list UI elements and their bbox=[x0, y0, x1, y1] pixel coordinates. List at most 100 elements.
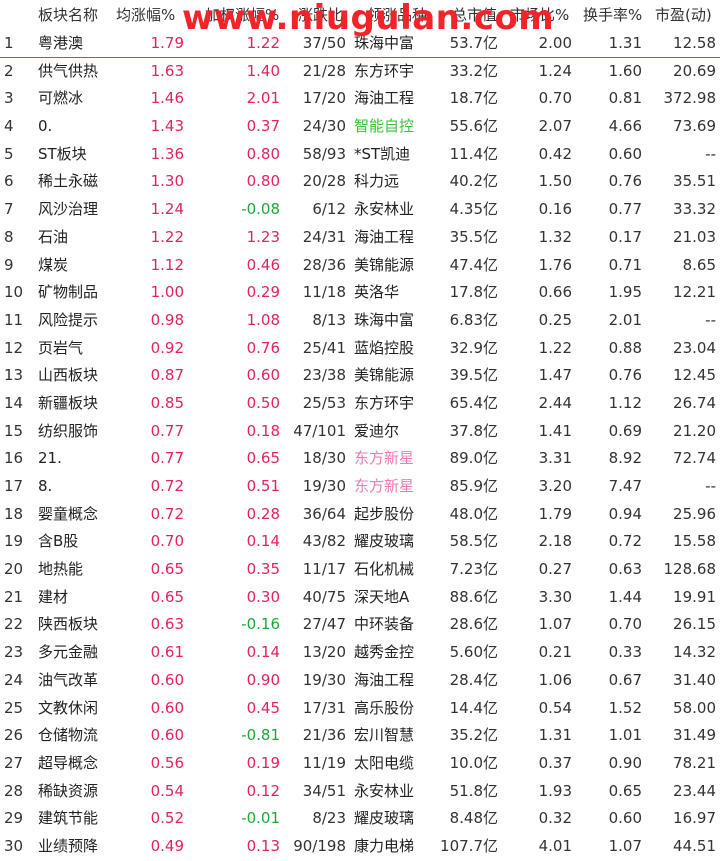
table-row[interactable]: 8 石油 1.22 1.23 24/31 海油工程 35.5亿 1.32 0.17 21.03 bbox=[0, 224, 720, 252]
weighted-change: 0.35 bbox=[246, 560, 280, 579]
turnover: 1.52 bbox=[608, 698, 642, 717]
table-row[interactable]: 21 建材 0.65 0.30 40/75 深天地A 88.6亿 3.30 1.44 19.91 bbox=[0, 584, 720, 612]
up-percent: 1.93 bbox=[538, 781, 572, 800]
table-row[interactable]: 23 多元金融 0.61 0.14 13/20 越秀金控 5.60亿 0.21 0.33 14.3… bbox=[0, 639, 720, 667]
table-row[interactable]: 10 矿物制品 1.00 0.29 11/18 英洛华 17.8亿 0.66 1.95 12.21 bbox=[0, 279, 720, 307]
table-row[interactable]: 3 可燃冰 1.46 2.01 17/20 海油工程 18.7亿 0.70 0.81 372.98 bbox=[0, 85, 720, 113]
sector-name: 业绩预降 bbox=[38, 836, 99, 855]
turnover: 7.47 bbox=[608, 477, 642, 495]
row-index: 12 bbox=[4, 338, 24, 357]
market-cap: 107.7亿 bbox=[440, 836, 498, 855]
avg-change: 0.52 bbox=[150, 809, 184, 828]
pe-ratio: 15.58 bbox=[673, 532, 716, 551]
turnover: 2.01 bbox=[608, 310, 642, 329]
table-row[interactable]: 27 超导概念 0.56 0.19 11/19 太阳电缆 10.0亿 0.37 0.90 78.2… bbox=[0, 750, 720, 778]
market-cap: 28.6亿 bbox=[449, 615, 498, 634]
table-row[interactable]: 1 粤港澳 1.79 1.22 37/50 珠海中富 53.7亿 2.00 1.31 12.58 bbox=[0, 30, 720, 58]
weighted-change: 1.08 bbox=[246, 310, 280, 329]
avg-change: 1.00 bbox=[150, 283, 184, 302]
weighted-change: -0.81 bbox=[241, 726, 280, 745]
row-index: 29 bbox=[4, 809, 24, 828]
table-row[interactable]: 14 新疆板块 0.85 0.50 25/53 东方环宇 65.4亿 2.44 1.12 26.7… bbox=[0, 390, 720, 418]
up-ratio: 24/31 bbox=[302, 227, 346, 246]
table-row[interactable]: 7 风沙治理 1.24 -0.08 6/12 永安林业 4.35亿 0.16 0.77 33.32 bbox=[0, 196, 720, 224]
sector-name: 供气供热 bbox=[38, 61, 99, 80]
up-percent: 0.32 bbox=[538, 809, 572, 828]
pe-ratio: 16.97 bbox=[673, 809, 716, 828]
pe-ratio: 12.45 bbox=[673, 366, 716, 385]
avg-change: 0.77 bbox=[150, 421, 184, 440]
table-row[interactable]: 24 油气改革 0.60 0.90 19/30 海油工程 28.4亿 1.06 0.67 31.4… bbox=[0, 667, 720, 695]
up-percent: 1.79 bbox=[538, 504, 572, 523]
turnover: 0.63 bbox=[608, 560, 642, 579]
column-header-leader[interactable]: 领涨品种 bbox=[367, 0, 457, 30]
sector-name: 多元金融 bbox=[38, 643, 99, 662]
weighted-change: 0.29 bbox=[246, 283, 280, 302]
pe-ratio: 26.15 bbox=[673, 615, 716, 634]
table-row[interactable]: 22 陕西板块 0.63 -0.16 27/47 中环装备 28.6亿 1.07 0.70 26.… bbox=[0, 611, 720, 639]
table-row[interactable]: 26 仓储物流 0.60 -0.81 21/36 宏川智慧 35.2亿 1.31 1.01 31.… bbox=[0, 722, 720, 750]
turnover: 0.65 bbox=[608, 781, 642, 800]
table-row[interactable]: 18 婴童概念 0.72 0.28 36/64 起步股份 48.0亿 1.79 0.94 25.9… bbox=[0, 501, 720, 529]
weighted-change: 0.13 bbox=[246, 836, 280, 855]
up-percent: 1.76 bbox=[538, 255, 572, 274]
table-row[interactable]: 12 页岩气 0.92 0.76 25/41 蓝焰控股 32.9亿 1.22 0.88 23.04 bbox=[0, 335, 720, 363]
pe-ratio: 20.69 bbox=[673, 61, 716, 80]
table-row[interactable]: 6 稀土永磁 1.30 0.80 20/28 科力远 40.2亿 1.50 0.76 35.51 bbox=[0, 168, 720, 196]
column-header-pe[interactable]: 市盈(动) bbox=[655, 0, 720, 30]
row-index: 26 bbox=[4, 726, 24, 745]
sector-name: 风险提示 bbox=[38, 310, 99, 329]
weighted-change: 1.40 bbox=[246, 61, 280, 80]
row-index: 11 bbox=[4, 310, 24, 329]
sector-name: 陕西板块 bbox=[38, 615, 99, 634]
weighted-change: 0.80 bbox=[246, 144, 280, 163]
sector-name: 新疆板块 bbox=[38, 393, 99, 412]
table-row[interactable]: 25 文教休闲 0.60 0.45 17/31 高乐股份 14.4亿 0.54 1.52 58.0… bbox=[0, 695, 720, 723]
turnover: 0.17 bbox=[608, 227, 642, 246]
column-header-weighted-change[interactable]: 加权涨幅% bbox=[205, 0, 295, 30]
weighted-change: 0.90 bbox=[246, 670, 280, 689]
table-row[interactable]: 5 ST板块 1.36 0.80 58/93 *ST凯迪 11.4亿 0.42 0.60 -- bbox=[0, 141, 720, 169]
turnover: 0.60 bbox=[608, 809, 642, 828]
avg-change: 1.12 bbox=[150, 255, 184, 274]
up-ratio: 24/30 bbox=[302, 117, 346, 136]
market-cap: 5.60亿 bbox=[449, 643, 498, 662]
up-percent: 1.50 bbox=[538, 172, 572, 191]
table-row[interactable]: 30 业绩预降 0.49 0.13 90/198 康力电梯 107.7亿 4.01 1.07 44… bbox=[0, 833, 720, 861]
column-header-up-ratio[interactable]: 涨跌比 bbox=[298, 0, 358, 30]
table-row[interactable]: 2 供气供热 1.63 1.40 21/28 东方环宇 33.2亿 1.24 1.60 20.69 bbox=[0, 58, 720, 86]
sector-name: 含B股 bbox=[38, 532, 79, 551]
pe-ratio: 372.98 bbox=[663, 89, 717, 108]
column-header-up-percent[interactable]: 市场比% bbox=[510, 0, 576, 30]
avg-change: 0.65 bbox=[150, 560, 184, 579]
up-ratio: 20/28 bbox=[302, 172, 346, 191]
up-ratio: 17/20 bbox=[302, 89, 346, 108]
table-row[interactable]: 17 8. 0.72 0.51 19/30 东方新星 85.9亿 3.20 7.47 -- bbox=[0, 473, 720, 501]
row-index: 20 bbox=[4, 560, 24, 579]
turnover: 0.60 bbox=[608, 144, 642, 163]
table-row[interactable]: 19 含B股 0.70 0.14 43/82 耀皮玻璃 58.5亿 2.18 0.72 15.58 bbox=[0, 528, 720, 556]
table-row[interactable]: 29 建筑节能 0.52 -0.01 8/23 耀皮玻璃 8.48亿 0.32 0.60 16.9… bbox=[0, 805, 720, 833]
table-row[interactable]: 13 山西板块 0.87 0.60 23/38 美锦能源 39.5亿 1.47 0.76 12.4… bbox=[0, 362, 720, 390]
column-header-avg-change[interactable]: 均涨幅% bbox=[116, 0, 188, 30]
table-row[interactable]: 20 地热能 0.65 0.35 11/17 石化机械 7.23亿 0.27 0.63 128.6… bbox=[0, 556, 720, 584]
table-row[interactable]: 16 21. 0.77 0.65 18/30 东方新星 89.0亿 3.31 8.92 72.74 bbox=[0, 445, 720, 473]
column-header-name[interactable]: 板块名称 bbox=[38, 0, 118, 30]
table-row[interactable]: 15 纺织服饰 0.77 0.18 47/101 爱迪尔 37.8亿 1.41 0.69 21.2… bbox=[0, 418, 720, 446]
table-row[interactable]: 11 风险提示 0.98 1.08 8/13 珠海中富 6.83亿 0.25 2.01 -- bbox=[0, 307, 720, 335]
pe-ratio: 35.51 bbox=[673, 172, 716, 191]
market-cap: 14.4亿 bbox=[449, 698, 498, 717]
table-row[interactable]: 9 煤炭 1.12 0.46 28/36 美锦能源 47.4亿 1.76 0.71 8.65 bbox=[0, 252, 720, 280]
avg-change: 0.60 bbox=[150, 726, 184, 745]
column-header-market-cap[interactable]: 总市值 bbox=[452, 0, 512, 30]
market-cap: 48.0亿 bbox=[449, 504, 498, 523]
avg-change: 0.61 bbox=[150, 643, 184, 662]
avg-change: 0.54 bbox=[150, 781, 184, 800]
table-row[interactable]: 28 稀缺资源 0.54 0.12 34/51 永安林业 51.8亿 1.93 0.65 23.4… bbox=[0, 778, 720, 806]
table-row[interactable]: 4 0. 1.43 0.37 24/30 智能自控 55.6亿 2.07 4.66 73.69 bbox=[0, 113, 720, 141]
avg-change: 0.98 bbox=[150, 310, 184, 329]
up-ratio: 25/41 bbox=[302, 338, 346, 357]
up-ratio: 43/82 bbox=[302, 532, 346, 551]
avg-change: 1.46 bbox=[150, 89, 184, 108]
column-header-turnover[interactable]: 换手率% bbox=[583, 0, 649, 30]
